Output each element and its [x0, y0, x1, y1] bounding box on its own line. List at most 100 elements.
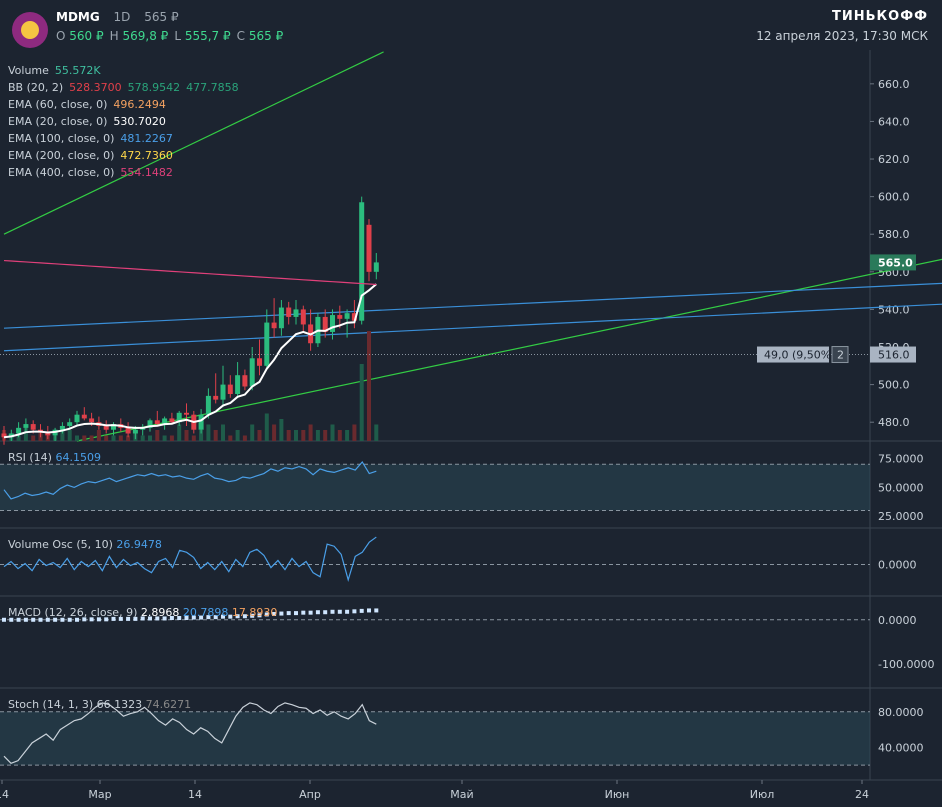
- volume-bar: [235, 430, 240, 441]
- candle-body: [169, 418, 175, 423]
- price-tick-label: 540.0: [878, 303, 910, 316]
- volume-bar: [367, 331, 371, 441]
- indicator-row[interactable]: EMA (200, close, 0) 472.7360: [8, 149, 179, 162]
- panel-tick-label: 75.0000: [878, 453, 924, 466]
- volume-bar: [345, 430, 350, 441]
- volume-bar: [213, 430, 218, 441]
- candle-body: [220, 384, 226, 400]
- volume-bar: [162, 435, 167, 441]
- measure-count: 2: [837, 349, 844, 362]
- indicator-label: EMA (60, close, 0): [8, 98, 108, 111]
- candle-body: [344, 313, 350, 319]
- volume-bar: [89, 435, 94, 441]
- panel-value: 64.1509: [55, 451, 101, 464]
- panel-value: 26.9478: [116, 538, 162, 551]
- panel-extra-value: 74.6271: [146, 698, 192, 711]
- macd-hist-bar: [359, 608, 364, 613]
- macd-hist-bar: [286, 611, 291, 616]
- macd-hist-bar: [337, 609, 342, 614]
- x-tick-label: Июл: [750, 788, 775, 801]
- volume-bar: [82, 435, 87, 441]
- candle-body: [213, 395, 219, 400]
- macd-hist-bar: [374, 608, 379, 613]
- panel-title: Stoch (14, 1, 3) 66.1323 74.6271: [8, 698, 191, 711]
- panel-value: 2.8968: [141, 606, 183, 619]
- candle-body: [184, 412, 189, 415]
- volume-bar: [118, 435, 123, 441]
- candle-body: [373, 262, 379, 272]
- candle-body: [293, 309, 299, 317]
- volume-bar: [242, 435, 247, 441]
- candle-body: [271, 322, 277, 329]
- ohlc-o: O 560 ₽: [56, 29, 104, 43]
- indicator-row[interactable]: EMA (100, close, 0) 481.2267: [8, 132, 179, 145]
- candle-body: [235, 375, 241, 395]
- indicator-value: 530.7020: [113, 115, 166, 128]
- volume-bar: [96, 430, 101, 441]
- indicator-label: EMA (200, close, 0): [8, 149, 115, 162]
- ema-400-line: [3, 259, 377, 286]
- indicator-row[interactable]: EMA (400, close, 0) 554.1482: [8, 166, 179, 179]
- candle-body: [103, 425, 109, 430]
- macd-hist-bar: [323, 610, 328, 615]
- panel-title: Volume Osc (5, 10) 26.9478: [8, 538, 162, 551]
- volume-bar: [191, 435, 196, 441]
- volume-bar: [75, 435, 79, 441]
- panel-tick-label: 50.0000: [878, 481, 924, 494]
- candle-body: [227, 384, 233, 395]
- macd-hist-bar: [345, 609, 350, 614]
- panel-tick-label: 0.0000: [878, 614, 917, 627]
- indicator-row[interactable]: EMA (60, close, 0) 496.2494: [8, 98, 172, 111]
- candle-body: [330, 315, 335, 332]
- last-price: 565 ₽: [144, 10, 179, 24]
- x-tick-label: Апр: [299, 788, 321, 801]
- ohlc-c: C 565 ₽: [236, 29, 284, 43]
- volume-bar: [221, 424, 225, 441]
- price-tick-label: 640.0: [878, 115, 910, 128]
- volume-bar: [111, 435, 116, 441]
- candle-body: [132, 429, 138, 434]
- panel-value: 66.1323: [97, 698, 146, 711]
- candle-body: [81, 414, 87, 419]
- indicator-row[interactable]: Volume 55.572K: [8, 64, 107, 77]
- volume-bar: [184, 430, 189, 441]
- candle-body: [257, 358, 262, 366]
- ticker-symbol: MDMG: [56, 10, 100, 24]
- macd-hist-bar: [352, 609, 357, 614]
- indicator-label: EMA (400, close, 0): [8, 166, 115, 179]
- indicator-value: 472.7360: [120, 149, 173, 162]
- candle-body: [205, 395, 211, 415]
- candle-body: [67, 422, 73, 426]
- indicator-row[interactable]: BB (20, 2) 528.3700 578.9542 477.7858: [8, 81, 245, 94]
- panel-extra-value: 20.7898: [183, 606, 232, 619]
- indicator-value: 477.7858: [186, 81, 239, 94]
- candle-body: [300, 309, 306, 325]
- volume-bar: [250, 424, 255, 441]
- indicator-value: 55.572K: [54, 64, 101, 77]
- volume-bar: [104, 435, 109, 441]
- x-tick-label: Мар: [88, 788, 111, 801]
- volume-bar: [177, 424, 182, 441]
- x-tick-label: Июн: [605, 788, 630, 801]
- price-tick-label: 580.0: [878, 228, 910, 241]
- volume-bar: [31, 435, 36, 441]
- panel-tick-label: 80.0000: [878, 706, 924, 719]
- macd-hist-bar: [330, 609, 335, 614]
- macd-hist-bar: [315, 610, 320, 615]
- candle-body: [366, 224, 372, 272]
- volume-bar: [169, 435, 174, 441]
- candle-body: [286, 307, 292, 317]
- candle-body: [154, 420, 160, 425]
- interval: 1D: [113, 10, 131, 24]
- indicator-value: 481.2267: [120, 132, 173, 145]
- x-tick-label: 14: [0, 788, 9, 801]
- trendline: [3, 282, 942, 329]
- panel-tick-label: -100.0000: [878, 658, 934, 671]
- panel-tick-label: 40.0000: [878, 741, 924, 754]
- volume-bar: [264, 413, 269, 441]
- indicator-row[interactable]: EMA (20, close, 0) 530.7020: [8, 115, 172, 128]
- volume-bar: [301, 430, 306, 441]
- volume-bar: [206, 424, 211, 441]
- panel-tick-label: 0.0000: [878, 559, 917, 572]
- volume-bar: [228, 435, 233, 441]
